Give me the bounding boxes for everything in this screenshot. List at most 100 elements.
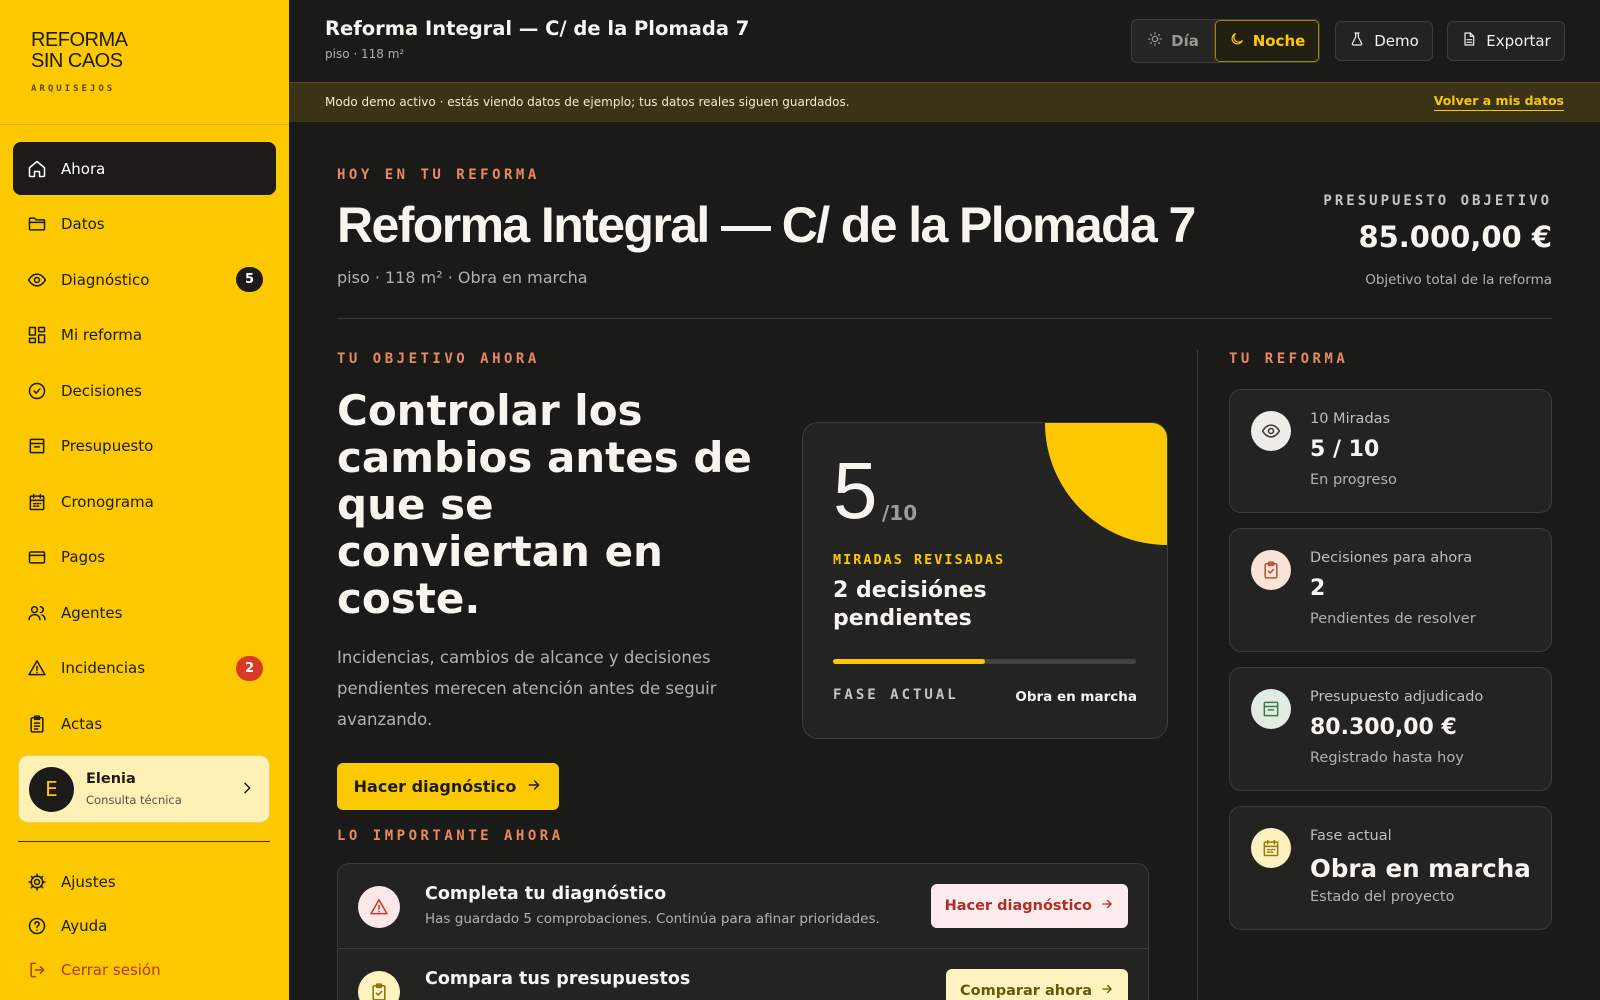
goal-eyebrow: TU OBJETIVO AHORA [337,351,540,367]
task-title: Completa tu diagnóstico [425,884,667,904]
sidebar-item-label: Datos [61,215,105,233]
stat-caption: Registrado hasta hoy [1310,750,1464,766]
sidebar-item-label: Agentes [61,603,123,622]
moon-icon [1229,31,1253,51]
alert-triangle-icon [358,886,400,928]
export-label: Exportar [1486,32,1551,50]
decorative-blob [1045,423,1167,545]
archive-icon [27,436,47,456]
stat-card-decisiones[interactable]: Decisiones para ahora 2 Pendientes de re… [1229,528,1552,652]
stat-card-miradas[interactable]: 10 Miradas 5 / 10 En progreso [1229,389,1552,513]
budget-caption: Objetivo total de la reforma [1365,272,1552,288]
clipboard-icon [27,714,47,734]
sidebar-item-label: Ahora [61,159,106,178]
clipboard-check-icon [358,971,400,1000]
task-description: Has guardado 5 comprobaciones. Continúa … [425,911,880,927]
sidebar-item-label: Ajustes [61,873,116,891]
sidebar-item-label: Mi reforma [61,326,143,344]
task-diagnostic-button[interactable]: Hacer diagnóstico [930,884,1128,928]
brand-subtitle: ARQUISEJOS [31,84,116,94]
stat-card-presupuesto[interactable]: Presupuesto adjudicado 80.300,00 € Regis… [1229,667,1552,791]
sidebar-item-ayuda[interactable]: Ayuda [27,904,161,948]
compare-now-button[interactable]: Comparar ahora [945,969,1128,1000]
sidebar-item-datos[interactable]: Datos [13,198,276,251]
demo-label: Demo [1374,32,1419,50]
user-name: Elenia [86,771,136,787]
topbar: Reforma Integral — C/ de la Plomada 7 pi… [289,0,1600,83]
check-circle-icon [27,381,47,401]
calendar-icon [1251,828,1291,868]
page-subtitle: piso · 118 m² · Obra en marcha [337,268,588,287]
sidebar-item-decisiones[interactable]: Decisiones [13,364,276,417]
phase-value: Obra en marcha [1015,689,1137,705]
avatar: E [29,766,74,812]
project-title: Reforma Integral — C/ de la Plomada 7 [325,17,750,40]
archive-icon [1251,689,1291,729]
home-icon [27,159,47,179]
grid-icon [27,325,47,345]
stat-label: Presupuesto adjudicado [1310,689,1484,705]
hero-eyebrow: HOY EN TU REFORMA [337,167,540,183]
user-role: Consulta técnica [86,793,182,807]
task-button-label: Comparar ahora [959,983,1092,999]
stat-card-fase[interactable]: Fase actual Obra en marcha Estado del pr… [1229,806,1552,930]
project-subtitle: piso · 118 m² [325,47,405,61]
goal-title: Controlar los cambios antes de que se co… [337,386,752,623]
calendar-icon [27,492,47,512]
budget-eyebrow: PRESUPUESTO OBJETIVO [1323,193,1552,209]
sidebar-item-label: Ayuda [61,917,108,935]
page-title: Reforma Integral — C/ de la Plomada 7 [337,197,1196,253]
theme-day-button[interactable]: Día [1132,20,1215,62]
stat-value: 2 [1310,576,1326,601]
eye-icon [1251,411,1291,451]
sidebar-item-pagos[interactable]: Pagos [13,531,276,584]
sidebar-item-presupuesto[interactable]: Presupuesto [13,420,276,473]
theme-toggle: Día Noche [1131,19,1320,63]
file-icon [1461,31,1486,51]
sidebar-item-ajustes[interactable]: Ajustes [27,860,161,904]
logout-button[interactable]: Cerrar sesión [27,948,161,992]
progress-bar [833,659,1136,664]
goal-description: Incidencias, cambios de alcance y decisi… [337,648,717,729]
user-card[interactable]: E Elenia Consulta técnica [18,755,270,823]
sidebar-divider [18,841,270,842]
sidebar-item-incidencias[interactable]: Incidencias 2 [13,642,276,695]
theme-night-button[interactable]: Noche [1215,20,1319,62]
sun-icon [1147,31,1171,51]
demo-banner-text: Modo demo activo · estás viendo datos de… [325,95,850,109]
budget-value: 85.000,00 € [1358,220,1552,254]
theme-day-label: Día [1171,32,1199,50]
side-eyebrow: TU REFORMA [1229,351,1349,367]
task-title: Compara tus presupuestos [425,969,691,989]
stat-label: 10 Miradas [1310,411,1391,427]
important-eyebrow: LO IMPORTANTE AHORA [337,828,564,844]
demo-button[interactable]: Demo [1335,21,1433,61]
sidebar-item-ahora[interactable]: Ahora [13,142,276,195]
diagnostic-cta-button[interactable]: Hacer diagnóstico [337,763,559,810]
stat-label: Decisiones para ahora [1310,550,1473,566]
sidebar-item-mi-reforma[interactable]: Mi reforma [13,309,276,362]
back-to-my-data-link[interactable]: Volver a mis datos [1433,93,1564,111]
column-divider [1197,350,1198,1000]
main-content: HOY EN TU REFORMA Reforma Integral — C/ … [289,122,1600,1000]
list-item: Compara tus presupuestos Comparar ahora [338,949,1148,1000]
sidebar-item-agentes[interactable]: Agentes [13,586,276,639]
export-button[interactable]: Exportar [1447,21,1565,61]
score-denominator: /10 [882,501,918,525]
sidebar: REFORMA SIN CAOS ARQUISEJOS Ahora Datos … [0,0,289,1000]
list-item: Completa tu diagnóstico Has guardado 5 c… [338,864,1148,949]
bottom-nav: Ajustes Ayuda Cerrar sesión [27,860,161,992]
stat-value: 5 / 10 [1310,437,1380,462]
stat-label: Fase actual [1310,828,1392,844]
sidebar-item-label: Incidencias [61,659,146,677]
sidebar-item-label: Decisiones [61,381,142,400]
sidebar-item-label: Diagnóstico [61,270,150,289]
users-icon [27,603,47,623]
score-label: MIRADAS REVISADAS [833,552,1006,568]
main-nav: Ahora Datos Diagnóstico 5 Mi reforma Dec… [0,125,289,750]
sidebar-item-cronograma[interactable]: Cronograma [13,475,276,528]
brand-logo[interactable]: REFORMA SIN CAOS ARQUISEJOS [0,0,289,125]
score-value: 5 [833,446,878,535]
sidebar-item-actas[interactable]: Actas [13,697,276,750]
sidebar-item-diagnostico[interactable]: Diagnóstico 5 [13,253,276,306]
